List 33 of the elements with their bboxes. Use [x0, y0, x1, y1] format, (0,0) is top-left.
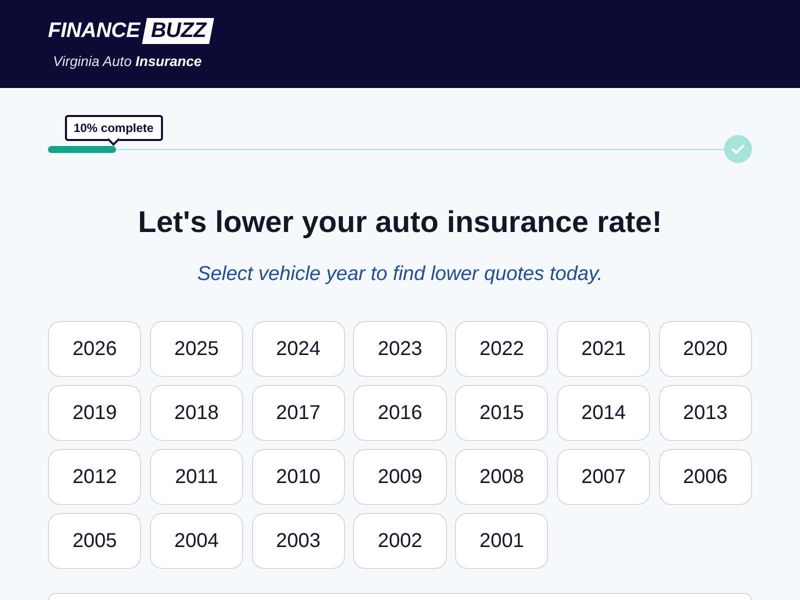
logo-badge: BUZZ	[142, 18, 214, 44]
year-button[interactable]: 2003	[252, 513, 345, 569]
year-button[interactable]: 2010	[252, 449, 345, 505]
year-button[interactable]: 2022	[455, 321, 548, 377]
year-button[interactable]: 2004	[150, 513, 244, 569]
year-button[interactable]: 2026	[48, 321, 142, 377]
year-button[interactable]: 2008	[455, 449, 548, 505]
page-subtitle: Select vehicle year to find lower quotes today.	[197, 262, 603, 287]
year-button[interactable]: 2009	[353, 449, 447, 505]
page-title: Let's lower your auto insurance rate!	[138, 205, 662, 241]
year-button[interactable]: 2005	[48, 513, 142, 569]
year-button[interactable]: 2016	[353, 385, 447, 441]
year-button[interactable]: 2015	[455, 385, 548, 441]
year-button[interactable]: 2006	[658, 449, 752, 505]
year-button[interactable]: 2019	[48, 385, 142, 441]
year-button[interactable]: 2023	[353, 321, 447, 377]
logo-wordmark: FINANCE	[48, 18, 140, 44]
year-button[interactable]: 2018	[150, 385, 244, 441]
year-button[interactable]: 2021	[556, 321, 650, 377]
header-subtitle: Virginia Auto Insurance	[53, 52, 202, 70]
year-button[interactable]: 2020	[658, 321, 752, 377]
year-button[interactable]: 2007	[556, 449, 650, 505]
year-button[interactable]: 2011	[150, 449, 244, 505]
year-button[interactable]: 2024	[252, 321, 345, 377]
progress-tooltip: 10% complete	[64, 114, 163, 146]
year-button[interactable]: 2002	[353, 513, 447, 569]
year-button[interactable]: 2012	[48, 449, 142, 505]
year-button[interactable]: 2014	[556, 385, 650, 441]
year-button[interactable]: 2025	[150, 321, 244, 377]
year-button[interactable]: 2013	[658, 385, 752, 441]
check-circle-icon	[724, 135, 752, 163]
year-button[interactable]: 2001	[455, 513, 548, 569]
year-button[interactable]: 2017	[252, 385, 345, 441]
